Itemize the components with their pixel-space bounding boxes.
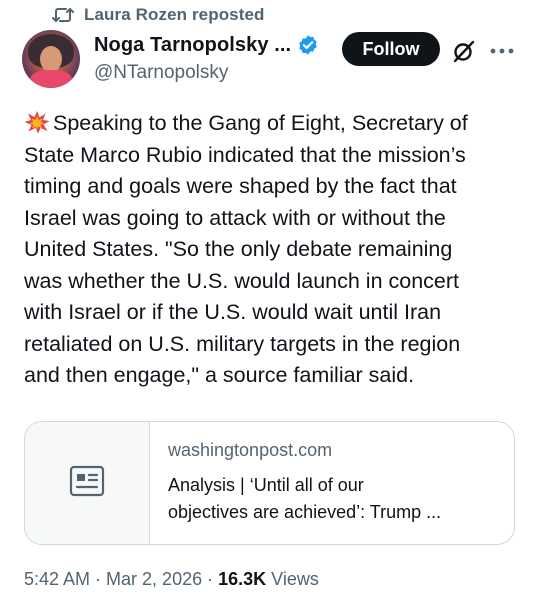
link-card-title: Analysis | ‘Until all of our objectives …: [168, 472, 441, 526]
follow-button[interactable]: Follow: [342, 32, 440, 66]
post-date[interactable]: Mar 2, 2026: [106, 569, 202, 590]
link-card-domain: washingtonpost.com: [168, 440, 333, 460]
link-card-thumbnail: [25, 422, 150, 544]
collision-emoji-icon: [24, 110, 50, 134]
post-text-line: retaliated on U.S. military targets in t…: [24, 331, 461, 356]
post-text-line: State Marco Rubio indicated that the mis…: [24, 142, 466, 167]
author-block: Noga Tarnopolsky ... @NTarnopolsky: [94, 30, 319, 84]
meta-separator: ·: [207, 569, 214, 589]
post-text-line: was whether the U.S. would launch in con…: [24, 268, 460, 293]
post-text-line: with Israel or if the U.S. would wait un…: [24, 300, 442, 324]
post-text-line: timing and goals were shaped by the fact…: [24, 174, 457, 198]
post-text-line: and then engage," a source familiar said…: [24, 363, 415, 387]
post-text: Speaking to the Gang of Eight, Secretary…: [24, 108, 520, 392]
meta-separator: ·: [95, 569, 102, 589]
grok-icon[interactable]: [451, 38, 477, 64]
repost-indicator[interactable]: Laura Rozen reposted: [52, 4, 265, 26]
link-preview-card[interactable]: washingtonpost.com Analysis | ‘Until all…: [24, 421, 515, 545]
more-options-icon[interactable]: [488, 38, 516, 64]
verified-badge-icon[interactable]: [297, 34, 319, 56]
repost-label: Laura Rozen reposted: [84, 5, 265, 24]
author-display-name[interactable]: Noga Tarnopolsky ...: [94, 34, 291, 57]
views-count[interactable]: 16.3K: [218, 569, 266, 590]
views-label: Views: [271, 569, 319, 589]
article-icon: [69, 465, 105, 502]
author-handle[interactable]: @NTarnopolsky: [94, 62, 319, 84]
repost-icon: [52, 5, 74, 25]
link-card-title-line: Analysis | ‘Until all of our: [168, 475, 364, 495]
post-text-line: Speaking to the Gang of Eight, Secretary…: [24, 108, 520, 140]
post-time[interactable]: 5:42 AM: [24, 569, 90, 590]
post-meta: 5:42 AM · Mar 2, 2026 · 16.3K Views: [24, 569, 319, 590]
post-text-line: United States. "So the only debate remai…: [24, 237, 453, 261]
post-text-line: Israel was going to attack with or witho…: [24, 205, 446, 230]
link-card-title-line: objectives are achieved’: Trump ...: [168, 502, 442, 522]
avatar[interactable]: [22, 30, 80, 88]
